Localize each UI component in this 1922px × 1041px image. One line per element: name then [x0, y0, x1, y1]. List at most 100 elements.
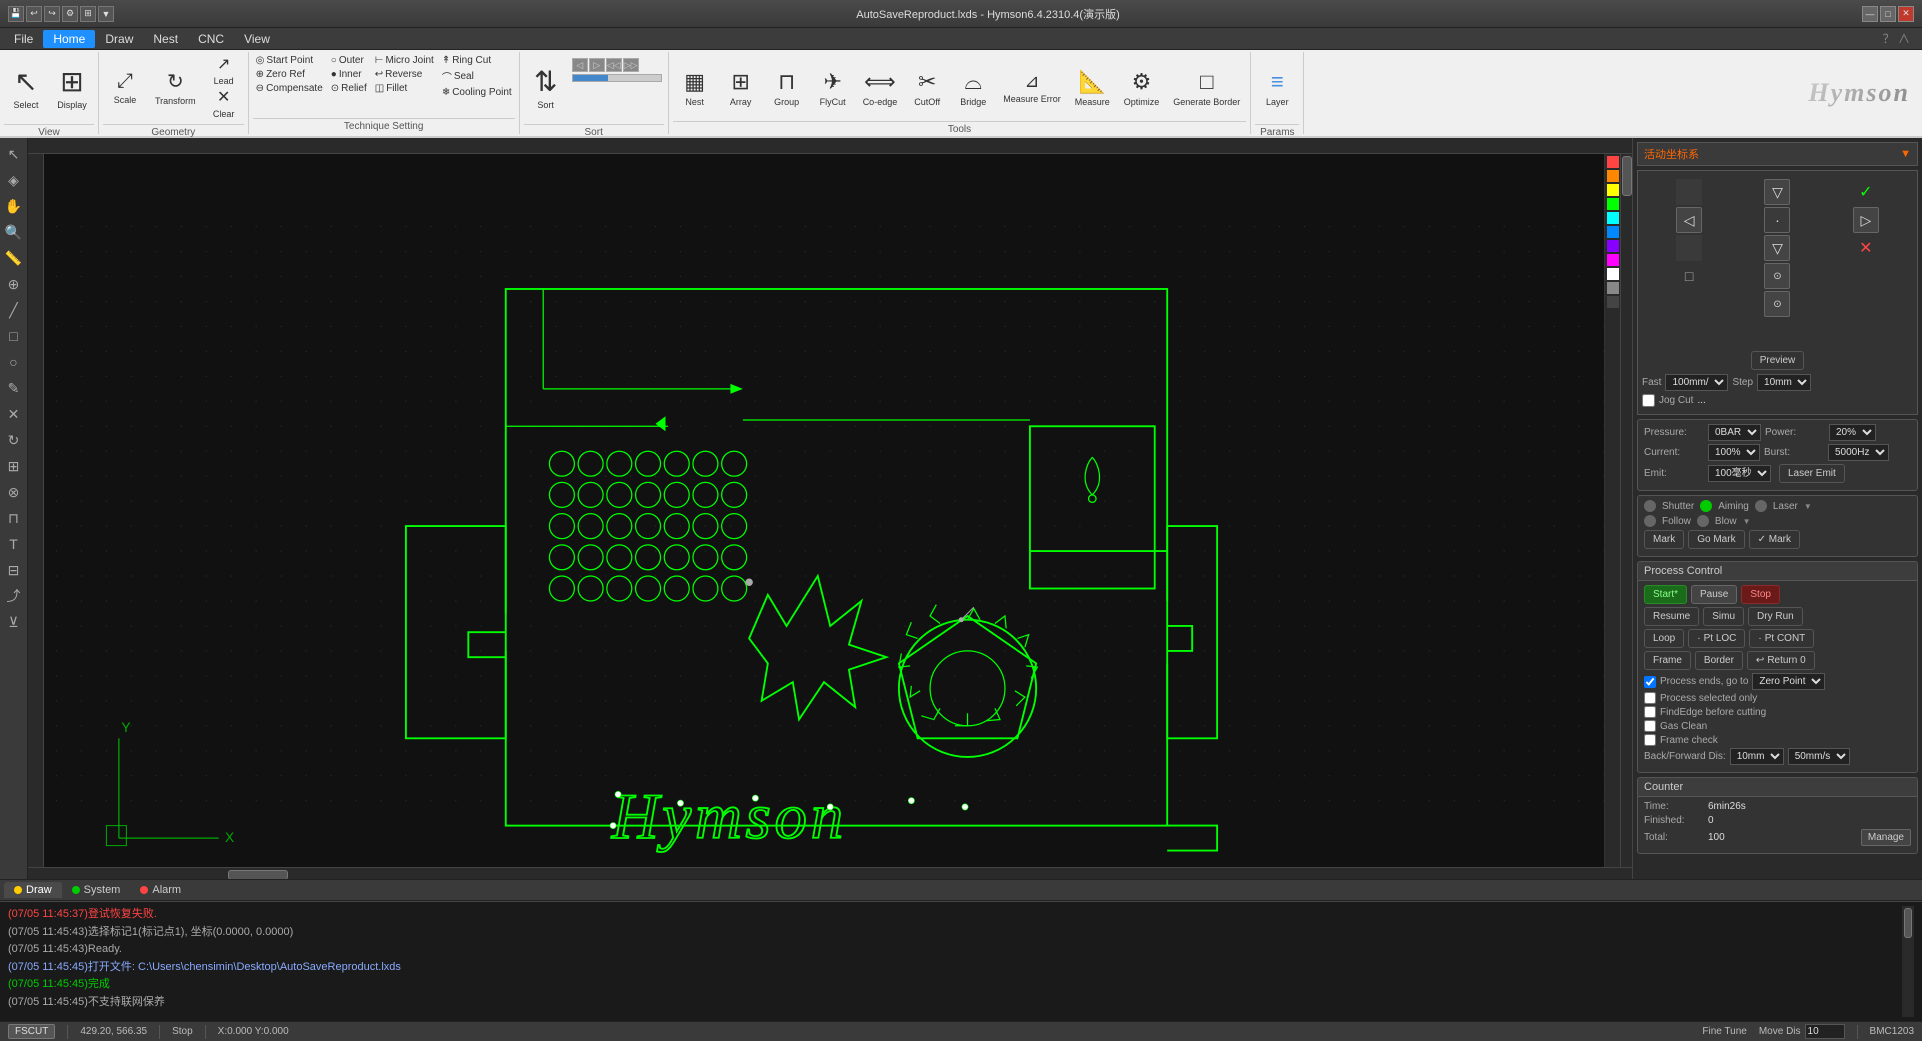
measure-error-button[interactable]: ⊿ Measure Error [997, 54, 1067, 122]
step-select[interactable]: 10mm [1757, 374, 1811, 391]
color-dark-gray[interactable] [1607, 296, 1619, 308]
sort-skip-back-button[interactable]: ◁◁ [606, 58, 622, 72]
start-button[interactable]: Start* [1644, 585, 1687, 604]
boolean-tool[interactable]: ⊗ [2, 480, 26, 504]
display-button[interactable]: ⊞ Display [50, 54, 94, 122]
bridge-button[interactable]: ⌓ Bridge [951, 54, 995, 122]
jog-cut-checkbox[interactable] [1642, 394, 1655, 407]
generate-border-button[interactable]: □ Generate Border [1167, 54, 1246, 122]
reverse-button[interactable]: ↩ Reverse [372, 68, 437, 81]
inner-button[interactable]: ● Inner [328, 68, 370, 81]
fillet-button[interactable]: ⌒ Seal [439, 68, 515, 85]
menu-cnc[interactable]: CNC [188, 30, 234, 48]
pt-loc-button[interactable]: · Pt LOC [1688, 629, 1745, 648]
cutoff-button[interactable]: ✂ CutOff [905, 54, 949, 122]
text-tool[interactable]: T [2, 532, 26, 556]
log-scrollbar[interactable] [1902, 906, 1914, 1017]
sort-next-button[interactable]: ▷ [589, 58, 605, 72]
color-blue[interactable] [1607, 226, 1619, 238]
menu-file[interactable]: File [4, 30, 43, 48]
sort-skip-fwd-button[interactable]: ▷▷ [623, 58, 639, 72]
nav-left-button[interactable]: ◁ [1676, 207, 1702, 233]
pressure-select[interactable]: 0BAR [1708, 424, 1761, 441]
process-ends-checkbox[interactable] [1644, 676, 1656, 688]
mark-button[interactable]: Mark [1644, 530, 1684, 549]
nav-down-button[interactable]: ▽ [1764, 235, 1790, 261]
group-lt-tool[interactable]: ⊓ [2, 506, 26, 530]
return-0-button[interactable]: ↩ Return 0 [1747, 651, 1815, 670]
laser-emit-button[interactable]: Laser Emit [1779, 464, 1845, 483]
menu-home[interactable]: Home [43, 30, 95, 48]
minimize-button[interactable]: — [1862, 6, 1878, 22]
snap-tool[interactable]: ⊕ [2, 272, 26, 296]
menu-nest[interactable]: Nest [143, 30, 188, 48]
menu-view[interactable]: View [234, 30, 280, 48]
path-tool[interactable]: ⤴ [2, 584, 26, 608]
save-icon[interactable]: 💾 [8, 6, 24, 22]
help-icon[interactable]: ？ ∧ [1875, 30, 1918, 47]
more-icon[interactable]: ▼ [98, 6, 114, 22]
nest-button[interactable]: ▦ Nest [673, 54, 717, 122]
pause-button[interactable]: Pause [1691, 585, 1737, 604]
undo-icon[interactable]: ↩ [26, 6, 42, 22]
zoom-tool[interactable]: 🔍 [2, 220, 26, 244]
manage-button[interactable]: Manage [1861, 829, 1911, 846]
stop-button[interactable]: Stop [1741, 585, 1780, 604]
canvas-viewport[interactable]: Hymson [44, 154, 1604, 867]
transform-lt-tool[interactable]: ↻ [2, 428, 26, 452]
zero-point-select[interactable]: Zero Point [1752, 673, 1825, 690]
power-select[interactable]: 20% [1829, 424, 1876, 441]
draw-circle-tool[interactable]: ○ [2, 350, 26, 374]
dry-run-button[interactable]: Dry Run [1748, 607, 1803, 626]
color-purple[interactable] [1607, 240, 1619, 252]
laser-dropdown[interactable]: ▼ [1804, 502, 1812, 511]
clear-button[interactable]: ✕ Clear [204, 87, 244, 119]
array-lt-tool[interactable]: ⊞ [2, 454, 26, 478]
sort-slider[interactable] [572, 74, 662, 82]
fast-select[interactable]: 100mm/ [1665, 374, 1728, 391]
lead-button[interactable]: ↗ Lead [204, 54, 244, 86]
mark2-button[interactable]: ✓ Mark [1749, 530, 1800, 549]
sort-button[interactable]: ⇅ Sort [524, 54, 568, 122]
flycut-button[interactable]: ✈ FlyCut [811, 54, 855, 122]
gas-clean-checkbox[interactable] [1644, 720, 1656, 732]
move-dis-input[interactable] [1805, 1024, 1845, 1039]
back-forward-select1[interactable]: 10mm [1730, 748, 1784, 765]
maximize-button[interactable]: □ [1880, 6, 1896, 22]
settings-icon[interactable]: ⚙ [62, 6, 78, 22]
blow-dropdown[interactable]: ▼ [1743, 517, 1751, 526]
import-tool[interactable]: ⊻ [2, 610, 26, 634]
redo-icon[interactable]: ↪ [44, 6, 60, 22]
micro-joint-button[interactable]: ⊢ Micro Joint [372, 54, 437, 67]
nav-center-button[interactable]: · [1764, 207, 1790, 233]
coord-dropdown[interactable]: ▼ [1900, 148, 1911, 160]
close-button[interactable]: ✕ [1898, 6, 1914, 22]
cooling-point-button[interactable]: ❄ Cooling Point [439, 86, 515, 99]
loop-button[interactable]: Loop [1644, 629, 1684, 648]
border-button[interactable]: Border [1695, 651, 1743, 670]
frame-check-checkbox[interactable] [1644, 734, 1656, 746]
resume-button[interactable]: Resume [1644, 607, 1699, 626]
nav-icon2-button[interactable]: ⊙ [1764, 291, 1790, 317]
scale-button[interactable]: ⤢ Scale [103, 54, 147, 122]
frame-button[interactable]: Frame [1644, 651, 1691, 670]
layer-button[interactable]: ≡ Layer [1255, 54, 1299, 122]
sort-prev-button[interactable]: ◁ [572, 58, 588, 72]
ring-cut-button[interactable]: ⊙ Relief [328, 82, 370, 95]
tab-draw[interactable]: Draw [4, 882, 62, 898]
node-tool[interactable]: ◈ [2, 168, 26, 192]
nav-icon1-button[interactable]: ⊙ [1764, 263, 1790, 289]
co-edge-button[interactable]: ⟺ Co-edge [857, 54, 904, 122]
simu-button[interactable]: Simu [1703, 607, 1744, 626]
find-edge-checkbox[interactable] [1644, 706, 1656, 718]
transform-button[interactable]: ↻ Transform [149, 54, 202, 122]
color-red[interactable] [1607, 156, 1619, 168]
preview-button[interactable]: Preview [1751, 351, 1805, 370]
group-button[interactable]: ⊓ Group [765, 54, 809, 122]
process-selected-checkbox[interactable] [1644, 692, 1656, 704]
color-orange[interactable] [1607, 170, 1619, 182]
cursor-tool[interactable]: ↖ [2, 142, 26, 166]
compensate-button[interactable]: ⊖ Compensate [253, 82, 326, 95]
emit-select[interactable]: 100毫秒 [1708, 465, 1771, 482]
color-gray[interactable] [1607, 282, 1619, 294]
